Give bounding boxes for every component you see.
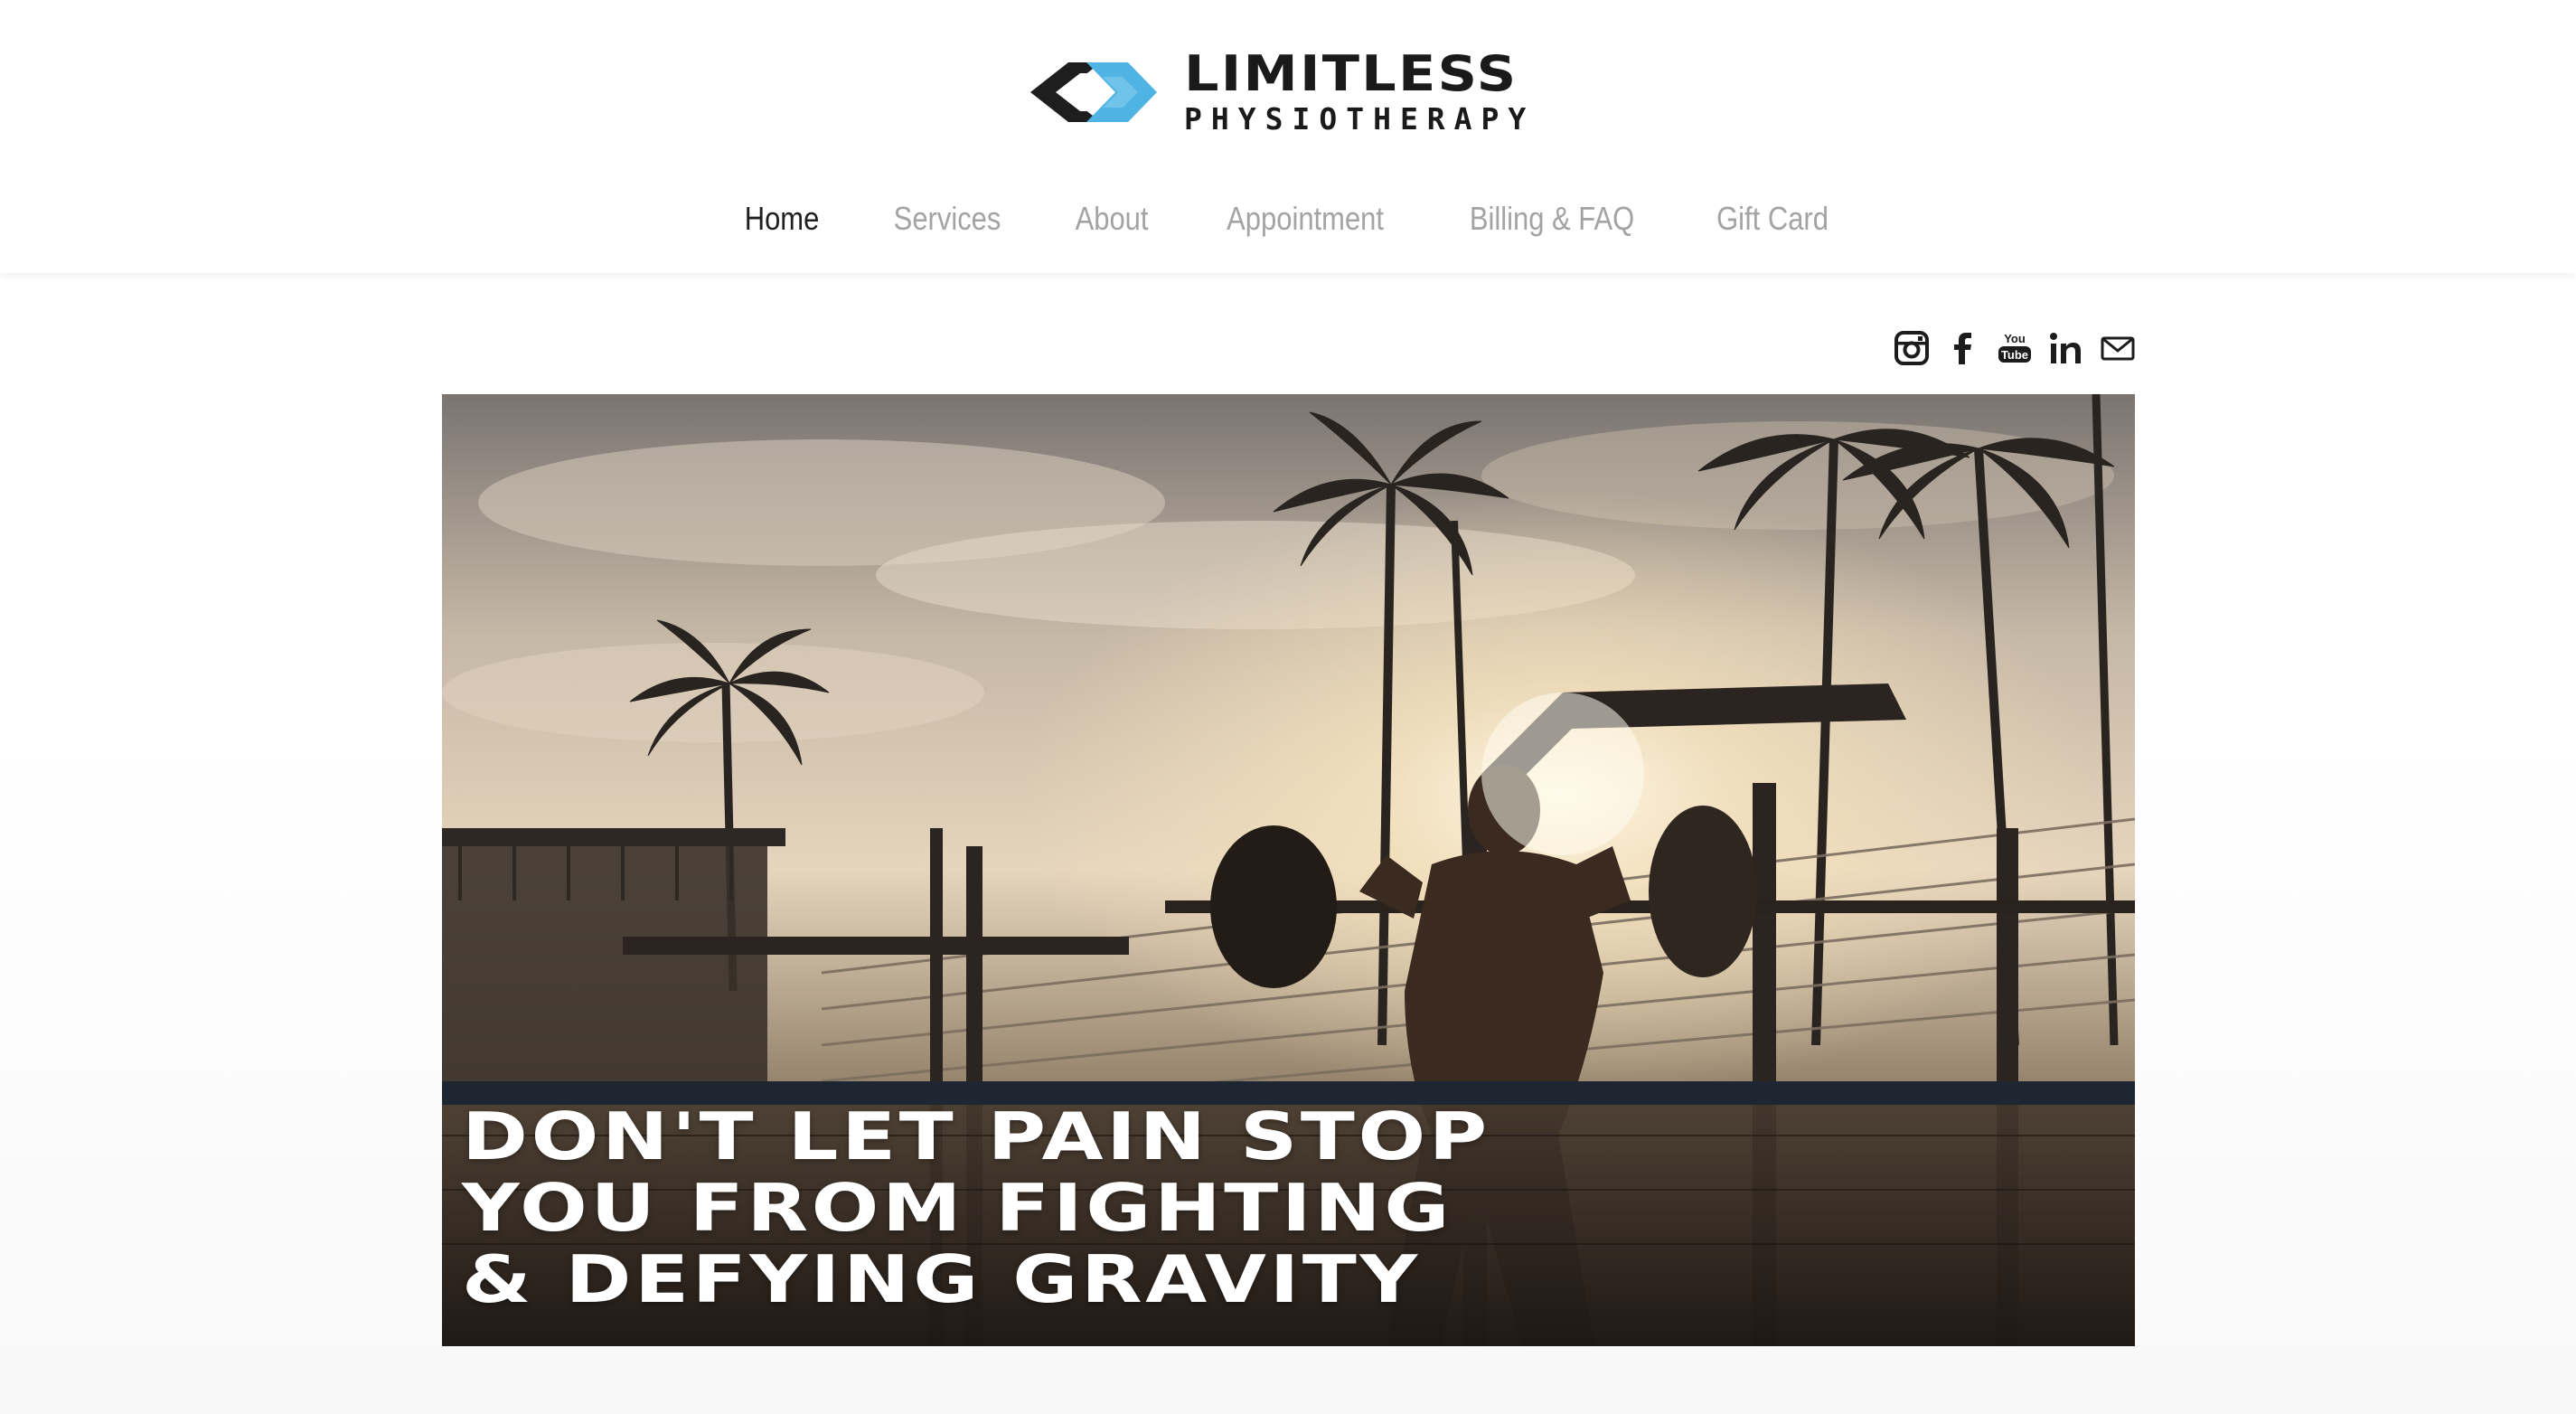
nav-item-home[interactable]: Home [745,200,820,238]
brand-name: LIMITLESS [1184,45,1518,102]
hero-banner: DON'T LET PAIN STOP YOU FROM FIGHTING & … [442,394,2135,1346]
nav-item-about[interactable]: About [1075,200,1148,238]
brand-tagline: PHYSIOTHERAPY [1184,101,1536,137]
email-icon[interactable] [2098,328,2138,368]
hero-headline: DON'T LET PAIN STOP YOU FROM FIGHTING & … [462,1101,1785,1315]
hero-headline-line-2: YOU FROM FIGHTING [462,1170,1453,1246]
nav-item-billing-faq[interactable]: Billing & FAQ [1470,200,1634,238]
svg-text:You: You [2004,332,2026,345]
logo-mark-icon [1030,62,1157,122]
nav-item-gift-card[interactable]: Gift Card [1716,200,1829,238]
hero-headline-line-1: DON'T LET PAIN STOP [462,1098,1490,1174]
main-nav: Home Services About Appointment Billing … [0,190,2576,248]
brand-logo[interactable]: LIMITLESS PHYSIOTHERAPY [1012,47,1564,137]
youtube-icon[interactable]: You Tube [1995,328,2035,368]
linkedin-icon[interactable] [2046,328,2086,368]
hero-headline-line-3: & DEFYING GRAVITY [462,1241,1421,1317]
social-links: You Tube [1880,327,2138,369]
logo-text: LIMITLESS PHYSIOTHERAPY [1184,48,1535,137]
svg-text:Tube: Tube [2001,348,2028,362]
site-header: LIMITLESS PHYSIOTHERAPY Home Services Ab… [0,0,2576,273]
facebook-icon[interactable] [1943,328,1983,368]
instagram-icon[interactable] [1892,328,1932,368]
nav-item-appointment[interactable]: Appointment [1227,200,1384,238]
nav-item-services[interactable]: Services [893,200,1001,238]
